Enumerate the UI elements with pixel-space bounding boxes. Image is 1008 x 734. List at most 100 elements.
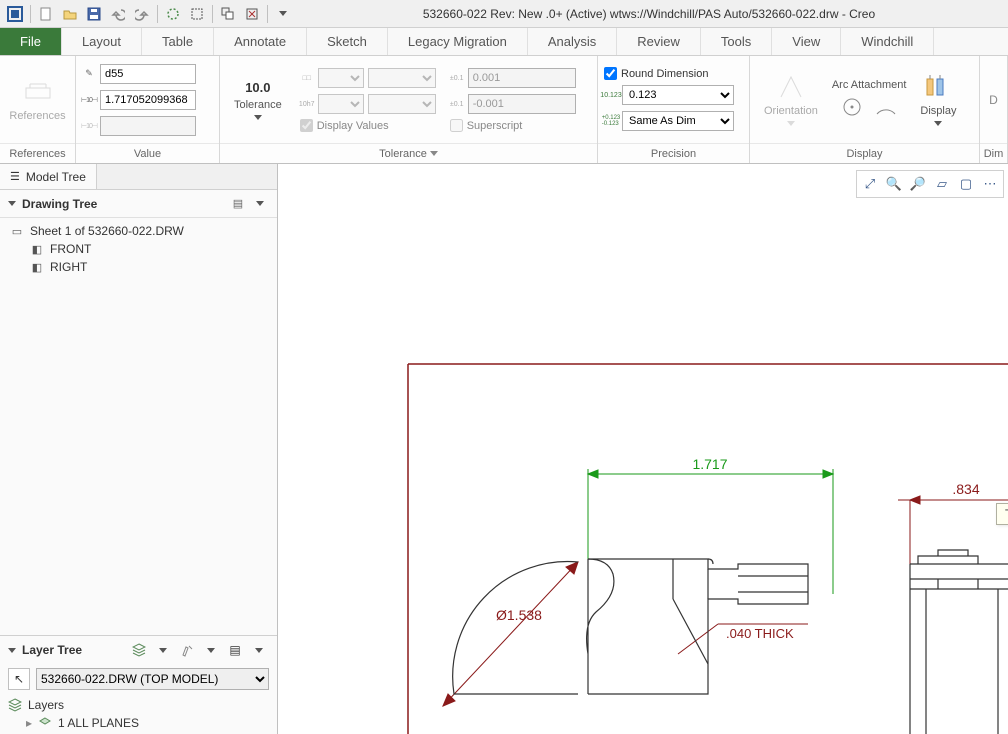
tab-windchill[interactable]: Windchill	[841, 28, 934, 55]
view-icon: ◧	[30, 242, 44, 256]
layer-tools-icon[interactable]	[177, 640, 197, 660]
dim-name-input[interactable]	[100, 64, 196, 84]
tol-mode1-icon: □□	[300, 71, 314, 85]
group-label-references: References	[0, 143, 75, 163]
titlebar: 532660-022 Rev: New .0+ (Active) wtws://…	[0, 0, 1008, 28]
tol-mode1-select	[318, 68, 364, 88]
expand-icon[interactable]: ▸	[26, 716, 32, 730]
chevron-down-icon	[254, 115, 262, 120]
view-icon: ◧	[30, 260, 44, 274]
windows-icon[interactable]	[217, 3, 239, 25]
tol-mode2-icon: 10h7	[300, 97, 314, 111]
layer-item-all-planes[interactable]: ▸ 1 ALL PLANES	[8, 714, 269, 732]
tol-precision-icon: +0.123-0.123	[604, 114, 618, 128]
tab-review[interactable]: Review	[617, 28, 701, 55]
tree-icon: ☰	[10, 170, 20, 183]
layer-settings-icon[interactable]: ▤	[225, 640, 245, 660]
arc-outside-button[interactable]	[871, 93, 901, 121]
tol-lower-icon: ±0.1	[450, 97, 464, 111]
tab-table[interactable]: Table	[142, 28, 214, 55]
tolerance-num: 10.0	[245, 80, 270, 95]
superscript-checkbox	[450, 119, 463, 132]
group-label-display: Display	[750, 143, 979, 163]
ribbon-body: References References ✎ ⊢10⊣ ⊢10⊣	[0, 56, 1008, 164]
tab-tools[interactable]: Tools	[701, 28, 772, 55]
undo-icon[interactable]	[107, 3, 129, 25]
layers-root[interactable]: Layers	[8, 696, 269, 714]
group-label-tolerance: Tolerance	[220, 143, 597, 163]
display-values-label: Display Values	[317, 120, 389, 132]
arc-attachment-label: Arc Attachment	[832, 79, 907, 91]
new-icon[interactable]	[35, 3, 57, 25]
select-box-icon[interactable]	[186, 3, 208, 25]
tol-upper-icon: ±0.1	[450, 71, 464, 85]
sheet-icon: ▭	[10, 224, 24, 238]
group-label-value: Value	[76, 143, 219, 163]
drawing-svg: 1.717 .834 Ø1.538 .040 THICK	[278, 164, 1008, 734]
nominal-icon: ⊢10⊣	[82, 93, 96, 107]
svg-text:.040 THICK: .040 THICK	[726, 626, 794, 641]
pick-model-button[interactable]: ↖	[8, 668, 30, 690]
tol-precision-select[interactable]: Same As Dim	[622, 111, 734, 131]
ribbon-tabs: File Layout Table Annotate Sketch Legacy…	[0, 28, 1008, 56]
tol-mode2-select	[318, 94, 364, 114]
tab-analysis[interactable]: Analysis	[528, 28, 617, 55]
tol-upper-input	[468, 68, 576, 88]
tree-item-front[interactable]: ◧ FRONT	[0, 240, 277, 258]
redo-icon[interactable]	[131, 3, 153, 25]
layer-dropdown-icon[interactable]	[153, 640, 173, 660]
references-icon	[24, 78, 52, 106]
tooltip-text: Text	[996, 503, 1008, 525]
layers-icon[interactable]	[129, 640, 149, 660]
display-icon	[924, 73, 952, 101]
model-tree-tab[interactable]: ☰ Model Tree	[0, 164, 97, 189]
group-label-precision: Precision	[598, 143, 749, 163]
collapse-icon[interactable]	[8, 201, 16, 206]
regen-icon[interactable]	[162, 3, 184, 25]
tree-item-right[interactable]: ◧ RIGHT	[0, 258, 277, 276]
layer-dropdown2-icon[interactable]	[201, 640, 221, 660]
tree-settings-icon[interactable]: ▤	[229, 195, 247, 213]
side-panel: ☰ Model Tree Drawing Tree ▤ ▭ Sheet 1 of…	[0, 164, 278, 734]
qat-dropdown-icon[interactable]	[272, 3, 294, 25]
layer-model-select[interactable]: 532660-022.DRW (TOP MODEL)	[36, 668, 269, 690]
tab-file[interactable]: File	[0, 28, 62, 55]
save-icon[interactable]	[83, 3, 105, 25]
drawing-canvas[interactable]: ⤢ 🔍 🔎 ▱ ▢ ⋯ 1.717 .834	[278, 164, 1008, 734]
display-values-checkbox	[300, 119, 313, 132]
group-label-dim: Dim	[980, 143, 1007, 163]
close-window-icon[interactable]	[241, 3, 263, 25]
drawing-tree-body: ▭ Sheet 1 of 532660-022.DRW ◧ FRONT ◧ RI…	[0, 218, 277, 635]
nominal-value-input[interactable]	[100, 90, 196, 110]
display-button[interactable]: Display	[912, 61, 964, 139]
app-icon[interactable]	[4, 3, 26, 25]
round-dimension-checkbox[interactable]	[604, 67, 617, 80]
tree-dropdown-icon[interactable]	[251, 195, 269, 213]
svg-text:1.717: 1.717	[692, 456, 727, 472]
override-value-input	[100, 116, 196, 136]
tree-item-sheet[interactable]: ▭ Sheet 1 of 532660-022.DRW	[0, 222, 277, 240]
superscript-label: Superscript	[467, 120, 523, 132]
tol-mode1b-select	[368, 68, 436, 88]
layers-stack-icon	[8, 698, 22, 712]
tab-layout[interactable]: Layout	[62, 28, 142, 55]
value-precision-select[interactable]: 0.123	[622, 85, 734, 105]
quick-access-toolbar	[4, 3, 294, 25]
references-button: References	[1, 61, 73, 139]
layer-dropdown3-icon[interactable]	[249, 640, 269, 660]
tol-mode2b-select	[368, 94, 436, 114]
tab-sketch[interactable]: Sketch	[307, 28, 388, 55]
arc-center-button[interactable]	[837, 93, 867, 121]
tab-view[interactable]: View	[772, 28, 841, 55]
svg-text:Ø1.538: Ø1.538	[496, 607, 542, 623]
tol-lower-input	[468, 94, 576, 114]
val-precision-icon: 10.123	[604, 88, 618, 102]
dim-name-icon: ✎	[82, 67, 96, 81]
round-dimension-label: Round Dimension	[621, 68, 708, 80]
tab-annotate[interactable]: Annotate	[214, 28, 307, 55]
tolerance-button[interactable]: 10.0 Tolerance	[226, 61, 290, 139]
collapse-icon[interactable]	[8, 648, 16, 653]
layer-icon	[38, 716, 52, 730]
open-icon[interactable]	[59, 3, 81, 25]
tab-legacy-migration[interactable]: Legacy Migration	[388, 28, 528, 55]
